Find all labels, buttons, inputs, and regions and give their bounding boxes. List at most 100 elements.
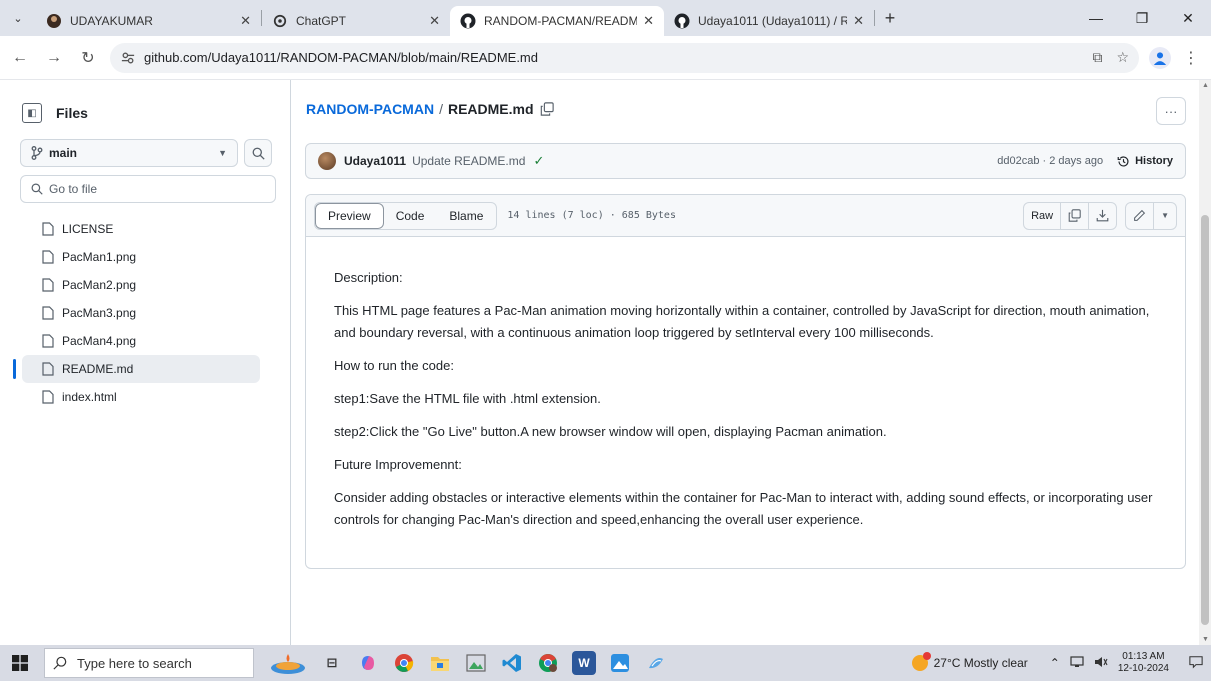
taskbar-search-box[interactable]: Type here to search [44, 648, 254, 678]
file-explorer-icon[interactable] [428, 651, 452, 675]
diwali-lamp-widget-icon[interactable] [268, 651, 308, 675]
weather-widget[interactable]: 27°C Mostly clear [911, 652, 1028, 671]
photos-icon[interactable] [608, 651, 632, 675]
back-arrow-icon[interactable]: ← [6, 44, 34, 72]
tray-chevron-up-icon[interactable]: ⌃ [1050, 656, 1060, 670]
raw-button[interactable]: Raw [1024, 202, 1062, 229]
caret-down-icon: ▼ [218, 148, 227, 158]
omnibox-actions: ⧉ ☆ [1092, 49, 1129, 66]
commit-author-link[interactable]: Udaya1011 [344, 154, 406, 168]
branch-selector[interactable]: main ▼ [20, 139, 238, 167]
install-app-icon[interactable]: ⧉ [1092, 49, 1102, 66]
word-icon[interactable]: W [572, 651, 596, 675]
file-icon [42, 362, 54, 376]
avatar[interactable] [318, 152, 336, 170]
file-tree-item-license[interactable]: LICENSE [0, 215, 260, 243]
clock-time: 01:13 AM [1122, 651, 1165, 662]
file-name: PacMan1.png [62, 250, 137, 264]
restore-icon[interactable]: ❐ [1119, 0, 1165, 36]
url-text: github.com/Udaya1011/RANDOM-PACMAN/blob/… [144, 50, 538, 65]
tab-close-icon[interactable]: ✕ [853, 13, 864, 29]
file-tree-item-pacman4[interactable]: PacMan4.png [0, 327, 260, 355]
profile-avatar-icon[interactable] [1149, 46, 1171, 69]
chatgpt-favicon-icon [272, 13, 288, 29]
task-view-icon[interactable]: ⊟ [320, 651, 344, 675]
file-icon [42, 334, 54, 348]
copy-raw-icon[interactable] [1061, 202, 1090, 229]
tab-close-icon[interactable]: ✕ [240, 13, 251, 29]
file-icon [42, 390, 54, 404]
file-tree-item-readme[interactable]: README.md [13, 355, 260, 383]
file-info: 14 lines (7 loc) · 685 Bytes [507, 210, 676, 221]
scroll-up-arrow-icon[interactable]: ▲ [1202, 82, 1209, 89]
file-tree-item-index-html[interactable]: index.html [0, 383, 260, 411]
history-label: History [1135, 155, 1173, 167]
download-icon[interactable] [1089, 203, 1116, 229]
tab-preview[interactable]: Preview [315, 202, 384, 229]
image-viewer-icon[interactable] [464, 651, 488, 675]
file-tree-item-pacman3[interactable]: PacMan3.png [0, 299, 260, 327]
toolbar-right: ⋮ [1149, 46, 1199, 69]
page-scrollbar[interactable]: ▲ ▼ [1199, 80, 1211, 645]
history-button[interactable]: History [1117, 155, 1173, 168]
address-bar[interactable]: github.com/Udaya1011/RANDOM-PACMAN/blob/… [110, 42, 1139, 73]
system-clock[interactable]: 01:13 AM 12-10-2024 [1118, 651, 1169, 675]
reload-icon[interactable]: ↻ [74, 44, 102, 72]
windows-taskbar: Type here to search ⊟ W 27°C Mostly clea… [0, 645, 1211, 681]
media-app-icon[interactable] [644, 651, 668, 675]
speaker-icon[interactable] [1094, 656, 1108, 671]
minimize-icon[interactable]: — [1073, 0, 1119, 36]
site-settings-icon[interactable] [120, 50, 136, 66]
tab-search-chevron-icon[interactable]: ⌄ [0, 0, 36, 36]
tab-udaya1011-repos[interactable]: Udaya1011 (Udaya1011) / Repo ✕ [664, 6, 874, 36]
github-favicon-icon [460, 13, 476, 29]
file-tree-item-pacman1[interactable]: PacMan1.png [0, 243, 260, 271]
scrollbar-thumb[interactable] [1201, 215, 1209, 625]
file-name: README.md [62, 362, 134, 376]
tab-code[interactable]: Code [384, 203, 438, 229]
tab-close-icon[interactable]: ✕ [643, 13, 654, 29]
tab-title: RANDOM-PACMAN/README.r [484, 14, 638, 28]
notifications-icon[interactable] [1189, 655, 1203, 672]
file-name: LICENSE [62, 222, 114, 236]
more-options-icon[interactable]: ··· [1156, 97, 1186, 125]
network-icon[interactable] [1070, 655, 1084, 671]
commit-message-link[interactable]: Update README.md [412, 154, 525, 168]
tab-readme-active[interactable]: RANDOM-PACMAN/README.r ✕ [450, 6, 664, 36]
browser-menu-icon[interactable]: ⋮ [1183, 48, 1199, 68]
copy-path-icon[interactable] [540, 102, 554, 116]
browser-tab-strip: ⌄ UDAYAKUMAR ✕ ChatGPT ✕ RANDOM-PACMAN/R… [0, 0, 1211, 36]
file-icon [42, 278, 54, 292]
tab-blame[interactable]: Blame [437, 203, 496, 229]
commit-meta[interactable]: dd02cab · 2 days ago [997, 155, 1103, 167]
readme-paragraph: Description: [334, 270, 403, 285]
new-tab-plus-icon[interactable]: + [875, 3, 905, 33]
copilot-icon[interactable] [356, 651, 380, 675]
search-files-button[interactable] [244, 139, 272, 167]
breadcrumb-repo-link[interactable]: RANDOM-PACMAN [306, 101, 434, 117]
readme-content: Description: This HTML page features a P… [306, 237, 1185, 531]
bookmark-star-icon[interactable]: ☆ [1116, 49, 1129, 66]
windows-start-icon[interactable] [0, 645, 40, 681]
vscode-icon[interactable] [500, 651, 524, 675]
tab-chatgpt[interactable]: ChatGPT ✕ [262, 6, 450, 36]
tab-udayakumar[interactable]: UDAYAKUMAR ✕ [36, 6, 261, 36]
readme-paragraph: Future Improvemennt: [334, 457, 462, 472]
chrome-icon[interactable] [392, 651, 416, 675]
close-window-icon[interactable]: ✕ [1165, 0, 1211, 36]
forward-arrow-icon[interactable]: → [40, 44, 68, 72]
edit-pencil-icon[interactable] [1126, 202, 1155, 229]
tab-close-icon[interactable]: ✕ [429, 13, 440, 29]
taskbar-search-placeholder: Type here to search [77, 655, 192, 671]
scroll-down-arrow-icon[interactable]: ▼ [1202, 636, 1209, 643]
file-tree-item-pacman2[interactable]: PacMan2.png [0, 271, 260, 299]
file-viewer-header: Preview Code Blame 14 lines (7 loc) · 68… [306, 195, 1185, 237]
file-name: PacMan2.png [62, 278, 137, 292]
search-icon [252, 147, 265, 160]
check-icon[interactable]: ✓ [533, 153, 544, 169]
collapse-sidebar-icon[interactable]: ◧ [22, 103, 42, 123]
go-to-file-input[interactable]: Go to file [20, 175, 276, 203]
edit-options-chevron-icon[interactable]: ▼ [1154, 203, 1176, 229]
file-name: index.html [62, 390, 117, 404]
chrome-profile-icon[interactable] [536, 651, 560, 675]
